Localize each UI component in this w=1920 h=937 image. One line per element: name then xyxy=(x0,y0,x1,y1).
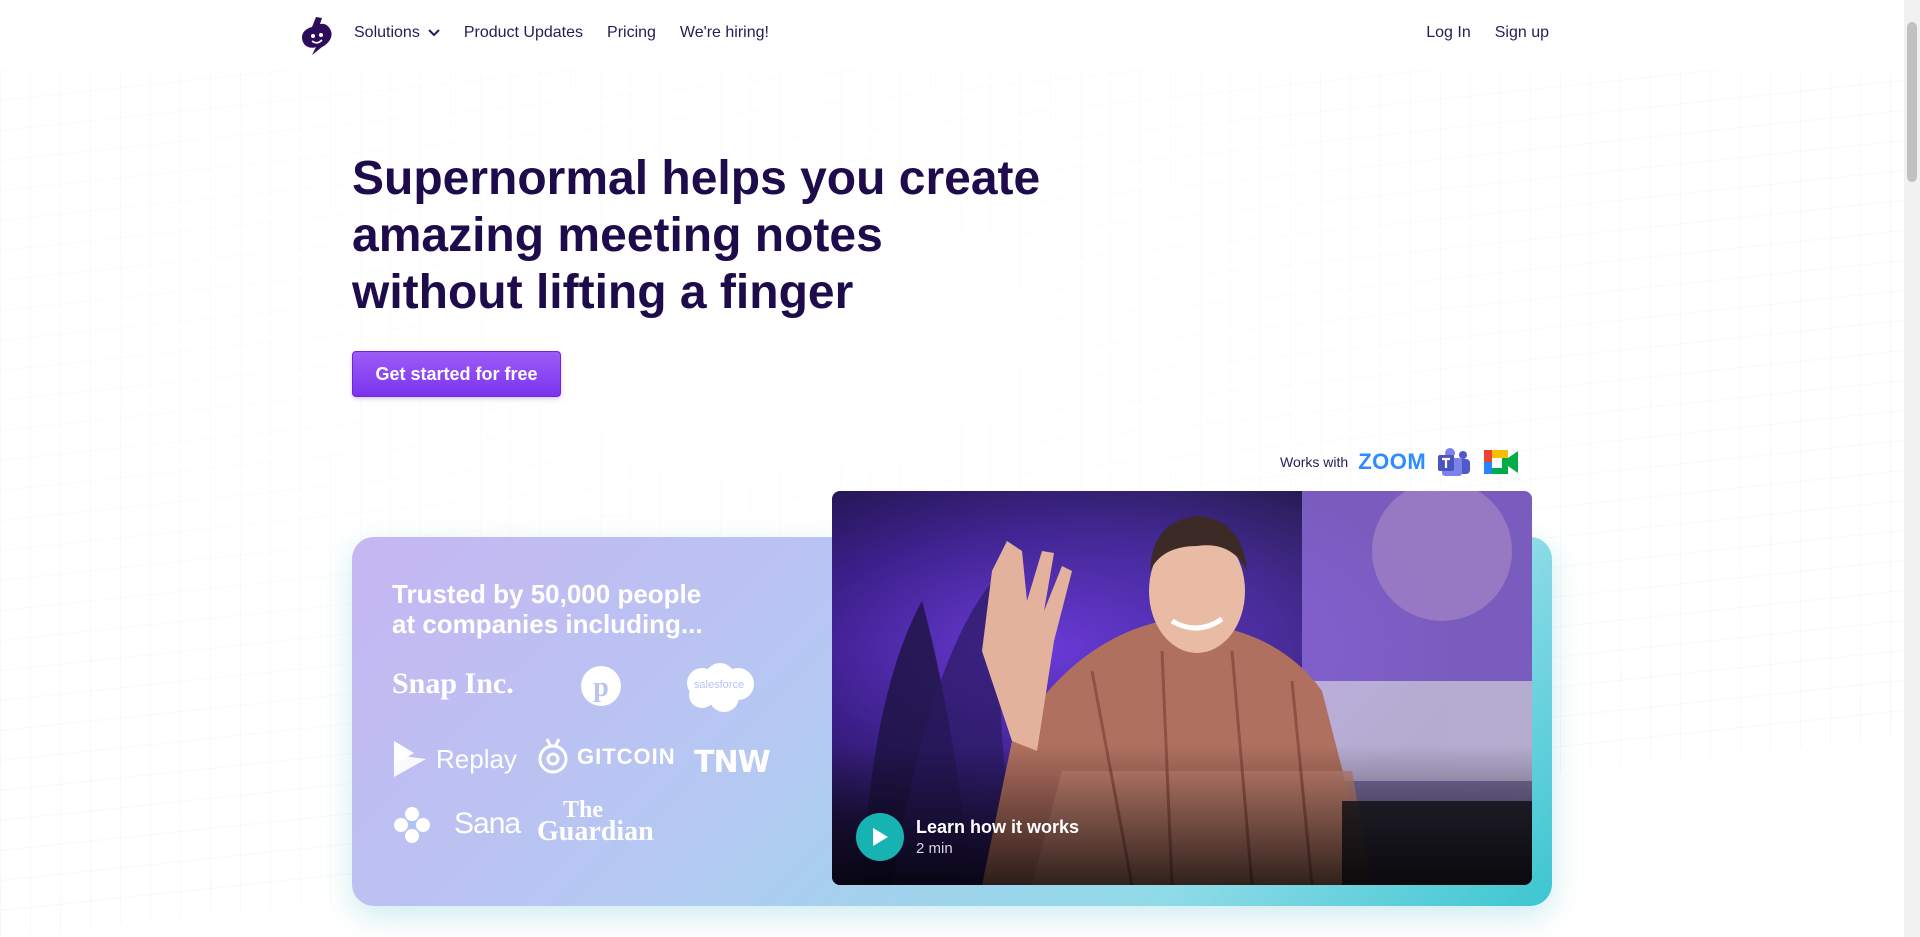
video-player[interactable]: Learn how it works 2 min xyxy=(832,491,1532,885)
salesforce-logo: salesforce xyxy=(680,661,758,715)
works-with: Works with ZOOM xyxy=(1280,446,1520,478)
scrollbar[interactable] xyxy=(1904,0,1920,937)
tnw-text: TNW xyxy=(694,745,771,780)
teams-logo xyxy=(1438,448,1471,476)
nav-pricing[interactable]: Pricing xyxy=(607,24,656,42)
guardian-logo: The Guardian xyxy=(537,798,654,847)
scrollbar-thumb[interactable] xyxy=(1907,22,1917,182)
headline-line-3: without lifting a finger xyxy=(352,266,854,319)
video-title: Learn how it works xyxy=(916,817,1080,837)
gitcoin-logo: GITCOIN xyxy=(537,737,676,777)
flower-icon xyxy=(394,807,430,843)
snap-logo: Snap Inc. xyxy=(392,667,514,701)
trusted-title-line-2: at companies including... xyxy=(392,609,703,639)
svg-text:p: p xyxy=(593,672,609,703)
sana-flower-logo xyxy=(392,805,432,845)
nav-solutions[interactable]: Solutions xyxy=(354,24,440,42)
signup-link[interactable]: Sign up xyxy=(1495,24,1549,42)
gitcoin-text: GITCOIN xyxy=(577,744,676,769)
sana-text: Sana xyxy=(454,807,521,840)
replay-icon xyxy=(394,741,426,777)
pinterest-logo: p xyxy=(580,665,622,707)
hero-headline: Supernormal helps you create amazing mee… xyxy=(352,150,1112,321)
guardian-text-2: Guardian xyxy=(537,816,654,847)
nav-product-updates[interactable]: Product Updates xyxy=(464,24,583,42)
replay-logo: Replay xyxy=(392,739,517,779)
headline-line-2: amazing meeting notes xyxy=(352,209,883,262)
video-shade xyxy=(832,745,1532,885)
pinterest-icon: p xyxy=(581,666,621,706)
supernormal-logo[interactable] xyxy=(300,15,334,55)
zoom-logo: ZOOM xyxy=(1358,449,1427,474)
replay-text: Replay xyxy=(436,743,517,774)
get-started-button[interactable]: Get started for free xyxy=(352,351,561,397)
headline-line-1: Supernormal helps you create xyxy=(352,152,1041,205)
login-link[interactable]: Log In xyxy=(1426,24,1470,42)
gitcoin-icon xyxy=(538,738,568,774)
nav-hiring[interactable]: We're hiring! xyxy=(680,24,769,42)
works-with-label: Works with xyxy=(1280,454,1349,470)
tnw-logo: TNW xyxy=(694,745,771,780)
video-duration: 2 min xyxy=(916,840,953,857)
trusted-title-line-1: Trusted by 50,000 people xyxy=(392,579,702,609)
trusted-title: Trusted by 50,000 people at companies in… xyxy=(392,579,772,639)
salesforce-text: salesforce xyxy=(693,679,745,691)
nav-solutions-label: Solutions xyxy=(354,24,420,41)
google-meet-logo xyxy=(1484,450,1519,474)
snap-logo-text: Snap Inc. xyxy=(392,667,514,700)
nav-links: Solutions Product Updates Pricing We're … xyxy=(354,24,769,42)
play-button[interactable] xyxy=(856,813,904,861)
nav-auth: Log In Sign up xyxy=(1426,24,1549,42)
chevron-down-icon xyxy=(428,29,440,37)
sana-logo: Sana xyxy=(454,807,521,841)
play-icon xyxy=(873,828,888,846)
top-nav: Solutions Product Updates Pricing We're … xyxy=(0,0,1904,70)
